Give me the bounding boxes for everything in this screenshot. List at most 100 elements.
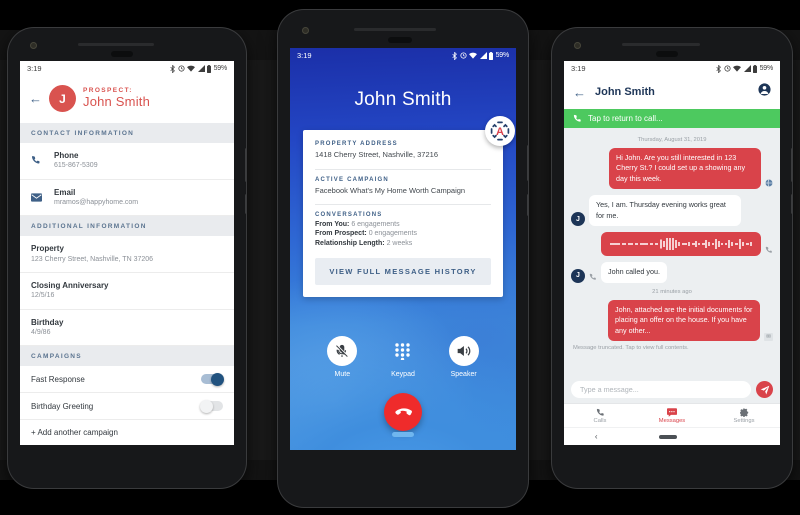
nav-home-pill[interactable] (659, 434, 678, 439)
alarm-icon (460, 52, 467, 59)
list-item-property[interactable]: Property 123 Cherry Street, Nashville, T… (20, 236, 234, 274)
message-row-outgoing-truncated[interactable]: John, attached are the initial documents… (571, 299, 773, 341)
phone3-screen: 3:19 59% ← John Smith Tap to return to c… (564, 61, 780, 445)
tab-label: Calls (593, 417, 607, 424)
list-item-value: 4/9/86 (31, 328, 51, 336)
front-camera-icon (30, 42, 37, 49)
page-title: John Smith (595, 86, 655, 98)
mute-label: Mute (334, 371, 351, 378)
toggle-knob (211, 372, 224, 386)
wifi-icon (187, 65, 196, 72)
speaker-grille (622, 43, 700, 46)
phone1-screen: 3:19 59% ← J PROSPECT: John Smith CONTAC… (20, 61, 234, 445)
return-to-call-banner[interactable]: Tap to return to call... (564, 109, 780, 128)
toggle-birthday-greeting[interactable] (200, 399, 223, 413)
list-item-closing-anniversary[interactable]: Closing Anniversary 12/5/16 (20, 273, 234, 310)
toggle-knob (200, 399, 213, 413)
campaign-row-fast-response[interactable]: Fast Response (20, 366, 234, 394)
truncation-note: Message truncated. Tap to view full cont… (573, 344, 689, 351)
message-input[interactable]: Type a message... (571, 381, 751, 398)
list-item-email[interactable]: Email mramos@happyhome.com (20, 179, 234, 217)
stat-label: From Prospect: (315, 230, 367, 237)
volume-button[interactable] (245, 148, 246, 182)
message-header: ← John Smith (564, 76, 780, 109)
home-indicator[interactable] (392, 432, 414, 437)
stat-value: 2 weeks (386, 239, 413, 247)
section-header-additional: ADDITIONAL INFORMATION (20, 216, 234, 237)
stat-from-you: From You: 6 engagements (315, 221, 491, 228)
call-actions: Mute Keypad Speaker (290, 336, 516, 378)
message-row-call-log[interactable]: J John called you. (571, 262, 773, 283)
keypad-label: Keypad (391, 371, 415, 378)
list-item-value: 615-867-5309 (54, 162, 98, 170)
toggle-fast-response[interactable] (201, 372, 224, 386)
message-thread: Thursday, August 31, 2019 Hi John. Are y… (564, 128, 780, 351)
message-icon (667, 407, 677, 417)
send-button[interactable] (756, 381, 773, 398)
avatar: J (571, 212, 585, 227)
phone-icon (31, 150, 44, 170)
battery-percent: 59% (759, 65, 774, 72)
keypad-icon (388, 336, 418, 366)
end-call-button[interactable] (384, 393, 422, 431)
list-item-phone[interactable]: Phone 615-867-5309 (20, 143, 234, 180)
section-header-contact: CONTACT INFORMATION (20, 123, 234, 143)
active-campaign-value: Facebook What's My Home Worth Campaign (315, 185, 466, 195)
bluetooth-icon (716, 64, 721, 73)
status-time: 3:19 (571, 64, 586, 73)
message-composer: Type a message... (564, 376, 780, 403)
page-title: John Smith (83, 93, 151, 109)
tab-calls[interactable]: Calls (564, 404, 636, 427)
power-button[interactable] (527, 194, 528, 216)
phone-icon (589, 273, 597, 283)
list-item-birthday[interactable]: Birthday 4/9/86 (20, 309, 234, 347)
screenshot-canvas: 3:19 59% ← J PROSPECT: John Smith CONTAC… (0, 0, 800, 515)
time-stamp: 21 minutes ago (652, 288, 692, 295)
campaign-label: Birthday Greeting (31, 401, 94, 411)
back-arrow-icon[interactable]: ← (29, 92, 42, 105)
bottom-tab-bar: Calls Messages Settings (564, 403, 780, 427)
speaker-button[interactable]: Speaker (448, 336, 479, 378)
front-camera-icon (574, 42, 581, 49)
badge-letter: A (496, 126, 504, 138)
send-icon (760, 385, 769, 394)
status-time: 3:19 (27, 64, 42, 73)
tab-settings[interactable]: Settings (708, 404, 780, 427)
message-row-outgoing[interactable]: Hi John. Are you still interested in 123… (571, 148, 773, 190)
voice-message-bubble[interactable] (601, 232, 761, 257)
account-circle-icon[interactable] (758, 83, 771, 101)
mic-off-icon (327, 336, 358, 366)
status-bar: 3:19 59% (564, 61, 780, 76)
volume-button[interactable] (527, 145, 528, 181)
phone-icon (765, 246, 773, 256)
power-button[interactable] (245, 194, 246, 214)
volume-button[interactable] (791, 148, 792, 182)
prospect-header: ← J PROSPECT: John Smith (20, 76, 234, 123)
view-full-message-history-button[interactable]: VIEW FULL MESSAGE HISTORY (315, 257, 491, 285)
campaign-row-birthday-greeting[interactable]: Birthday Greeting (20, 393, 234, 421)
message-row-audio[interactable] (571, 232, 773, 257)
property-address-label: PROPERTY ADDRESS (315, 141, 398, 147)
front-camera-icon (302, 27, 309, 34)
list-item-label: Property (31, 244, 64, 254)
mute-button[interactable]: Mute (327, 336, 358, 378)
power-button[interactable] (791, 194, 792, 214)
message-bubble: Hi John. Are you still interested in 123… (609, 148, 761, 190)
signal-icon (197, 65, 205, 72)
battery-icon (753, 64, 758, 73)
message-row-incoming[interactable]: J Yes, I am. Thursday evening works grea… (571, 195, 773, 227)
keypad-button[interactable]: Keypad (388, 336, 418, 378)
battery-icon (207, 64, 212, 73)
wifi-icon (733, 65, 742, 72)
nav-back-icon[interactable]: ‹ (595, 432, 598, 441)
add-campaign-button[interactable]: + Add another campaign (20, 420, 234, 445)
tab-messages[interactable]: Messages (636, 404, 708, 427)
stat-label: From You: (315, 220, 350, 228)
phone-icon (573, 114, 581, 122)
stat-relationship-length: Relationship Length: 2 weeks (315, 240, 491, 247)
status-bar: 3:19 59% (290, 48, 516, 63)
earpiece (111, 51, 133, 57)
back-arrow-icon[interactable]: ← (573, 86, 586, 99)
list-item-label: Closing Anniversary (31, 281, 109, 291)
signal-icon (479, 52, 487, 59)
